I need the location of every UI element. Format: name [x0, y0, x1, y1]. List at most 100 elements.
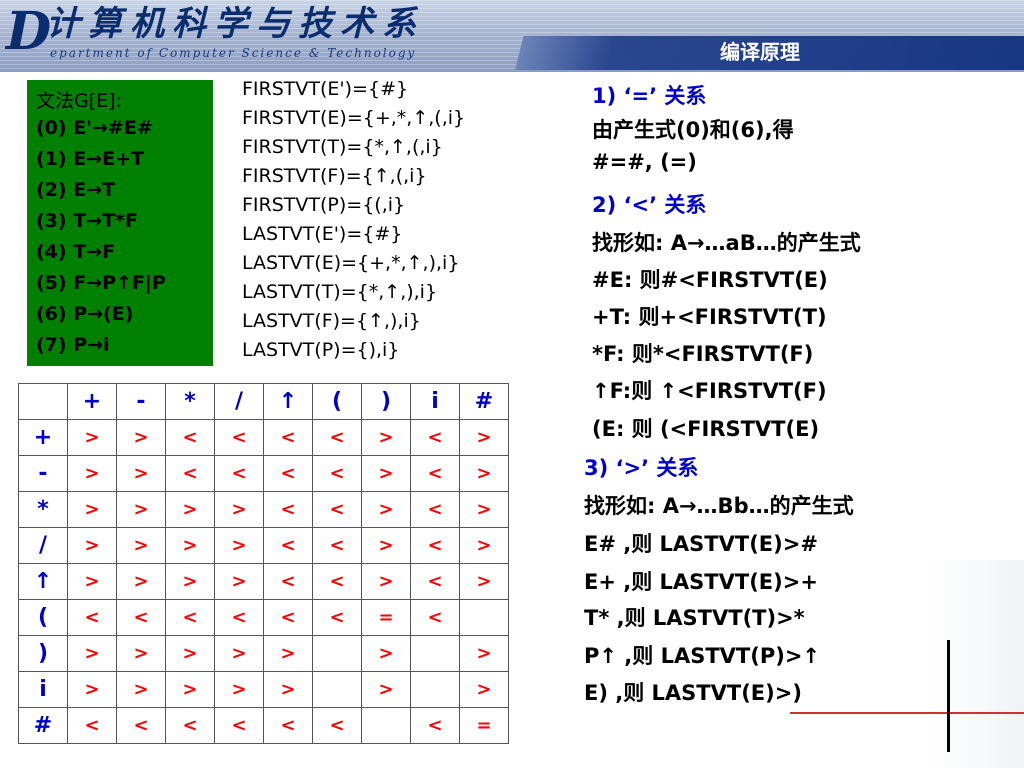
explanation-line: #E: 则#<FIRSTVT(E) — [592, 268, 828, 292]
relation-cell — [459, 599, 509, 636]
lastvt-set: LASTVT(P)={),i} — [242, 339, 400, 361]
relation-cell: > — [214, 527, 264, 564]
relation-cell: < — [410, 491, 460, 528]
relation-cell: < — [263, 707, 313, 744]
relation-cell: < — [410, 419, 460, 456]
corner-fade-decoration — [930, 560, 1024, 768]
relation-cell: > — [165, 491, 215, 528]
relation-cell: < — [410, 599, 460, 636]
relation-cell: < — [67, 707, 117, 744]
relation-cell — [410, 635, 460, 672]
grammar-rule: (6) P→(E) — [36, 303, 134, 325]
relation-cell: = — [361, 599, 411, 636]
relation-cell: > — [67, 635, 117, 672]
vertical-rule-decoration — [947, 640, 950, 752]
relation-cell: > — [459, 671, 509, 708]
lastvt-set: LASTVT(F)={↑,),i} — [242, 310, 421, 332]
firstvt-set: FIRSTVT(F)={↑,(,i} — [242, 165, 427, 187]
relation-cell: > — [361, 527, 411, 564]
relation-cell: < — [165, 707, 215, 744]
relation-cell: < — [116, 599, 166, 636]
relation-cell: < — [410, 563, 460, 600]
table-row: - > > < < < < > < > — [18, 455, 509, 492]
relation-cell: > — [459, 455, 509, 492]
grammar-rule: (7) P→i — [36, 334, 110, 356]
explanation-line: 找形如: A→…Bb…的产生式 — [584, 494, 854, 518]
explanation-line: E# ,则 LASTVT(E)># — [584, 532, 818, 556]
relation-cell: > — [165, 635, 215, 672]
firstvt-set: FIRSTVT(P)={(,i} — [242, 194, 406, 216]
column-header: / — [214, 383, 264, 420]
row-header: ) — [18, 635, 68, 672]
grammar-rule: (2) E→T — [36, 179, 116, 201]
grammar-title: 文法G[E]: — [36, 90, 122, 112]
row-header: ↑ — [18, 563, 68, 600]
relation-cell: > — [67, 671, 117, 708]
relation-cell: < — [214, 599, 264, 636]
relation-cell: < — [67, 599, 117, 636]
grammar-box: 文法G[E]: (0) E'→#E# (1) E→E+T (2) E→T (3)… — [27, 80, 213, 366]
grammar-rule: (4) T→F — [36, 241, 116, 263]
table-row: ) > > > > > > > — [18, 635, 509, 672]
explanation-line: ↑F:则 ↑<FIRSTVT(F) — [592, 379, 827, 403]
column-header: i — [410, 383, 460, 420]
relation-cell: > — [361, 635, 411, 672]
firstvt-set: FIRSTVT(E)={+,*,↑,(,i} — [242, 107, 466, 129]
explanation-line: 由产生式(0)和(6),得 — [592, 118, 794, 142]
relation-cell — [410, 671, 460, 708]
relation-cell: > — [263, 635, 313, 672]
header-divider — [0, 70, 1024, 72]
relation-cell: < — [263, 491, 313, 528]
column-header: * — [165, 383, 215, 420]
relation-cell: < — [312, 455, 362, 492]
relation-cell: > — [361, 671, 411, 708]
relation-cell: < — [165, 419, 215, 456]
relation-cell — [312, 635, 362, 672]
firstvt-set: FIRSTVT(E')={#} — [242, 78, 409, 100]
relation-cell — [361, 707, 411, 744]
relation-cell: > — [165, 527, 215, 564]
relation-cell: < — [312, 707, 362, 744]
column-header: ↑ — [263, 383, 313, 420]
grammar-rule: (3) T→T*F — [36, 210, 138, 232]
explanation-line: E) ,则 LASTVT(E)>) — [584, 681, 802, 705]
relation-cell: < — [410, 707, 460, 744]
lastvt-set: LASTVT(E)={+,*,↑,),i} — [242, 252, 460, 274]
relation-cell — [312, 671, 362, 708]
grammar-rule: (0) E'→#E# — [36, 117, 153, 139]
row-header: i — [18, 671, 68, 708]
relation-cell: < — [214, 419, 264, 456]
relation-cell: > — [116, 671, 166, 708]
table-row: # < < < < < < < = — [18, 707, 509, 744]
relation-cell: < — [312, 599, 362, 636]
horizontal-rule-decoration — [790, 712, 1024, 714]
relation-cell: > — [165, 563, 215, 600]
relation-cell: < — [116, 707, 166, 744]
relation-cell: > — [116, 419, 166, 456]
column-header: - — [116, 383, 166, 420]
logo-letter: D — [6, 1, 52, 62]
table-row: / > > > > < < > < > — [18, 527, 509, 564]
row-header: ( — [18, 599, 68, 636]
relation-cell: > — [459, 527, 509, 564]
relation-cell: > — [116, 491, 166, 528]
table-corner-cell — [18, 383, 68, 420]
relation-cell: > — [214, 635, 264, 672]
relation-cell: > — [361, 563, 411, 600]
table-row: + > > < < < < > < > — [18, 419, 509, 456]
explanation-line: E+ ,则 LASTVT(E)>+ — [584, 570, 818, 594]
relation-cell: > — [116, 527, 166, 564]
relation-cell: > — [67, 419, 117, 456]
table-row: * > > > > < < > < > — [18, 491, 509, 528]
relation-cell: < — [263, 599, 313, 636]
relation-cell: > — [361, 419, 411, 456]
department-name-english: epartment of Computer Science & Technolo… — [50, 46, 417, 60]
relation-cell: > — [361, 455, 411, 492]
relation-cell: < — [410, 527, 460, 564]
relation-cell: > — [459, 563, 509, 600]
row-header: * — [18, 491, 68, 528]
relation-cell: > — [67, 527, 117, 564]
table-row: i > > > > > > > — [18, 671, 509, 708]
relation-cell: < — [165, 599, 215, 636]
firstvt-set: FIRSTVT(T)={*,↑,(,i} — [242, 136, 443, 158]
